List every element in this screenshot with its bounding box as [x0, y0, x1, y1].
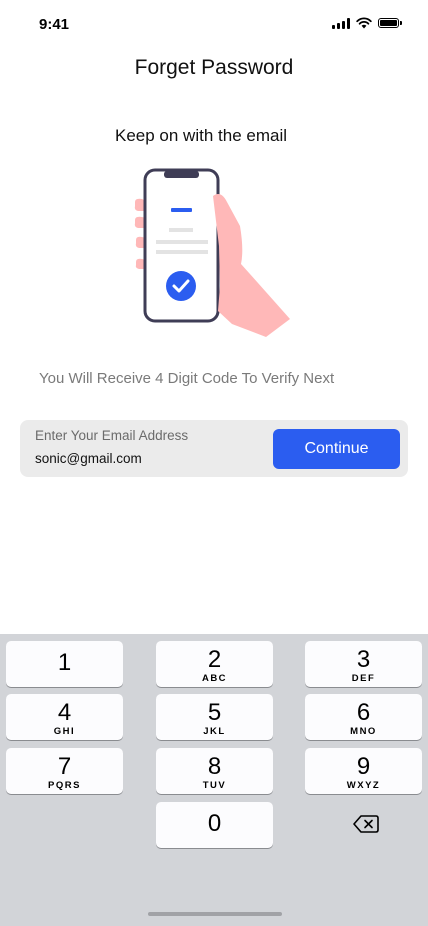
key-2[interactable]: 2 ABC [156, 641, 273, 687]
key-digit: 3 [356, 646, 371, 673]
key-digit: 9 [356, 753, 371, 780]
verification-hint: You Will Receive 4 Digit Code To Verify … [39, 370, 335, 387]
key-9[interactable]: 9 WXYZ [305, 748, 422, 794]
backspace-icon[interactable] [353, 814, 379, 834]
status-bar: 9:41 [0, 0, 428, 50]
key-digit: 0 [207, 810, 222, 837]
email-input[interactable] [35, 451, 265, 466]
key-6[interactable]: 6 MNO [305, 694, 422, 740]
cellular-signal-icon [332, 17, 350, 29]
key-digit: 8 [207, 753, 222, 780]
key-0[interactable]: 0 [156, 802, 273, 848]
key-letters: GHI [53, 726, 76, 737]
status-time: 9:41 [39, 16, 70, 33]
page-title: Forget Password [134, 56, 294, 79]
key-digit: 6 [356, 699, 371, 726]
key-letters: WXYZ [346, 780, 381, 791]
key-5[interactable]: 5 JKL [156, 694, 273, 740]
key-digit: 2 [207, 646, 222, 673]
key-7[interactable]: 7 PQRS [6, 748, 123, 794]
key-digit: 7 [57, 753, 72, 780]
key-digit: 4 [57, 699, 72, 726]
key-1[interactable]: 1 [6, 641, 123, 687]
home-indicator [148, 912, 282, 916]
key-4[interactable]: 4 GHI [6, 694, 123, 740]
key-digit: 1 [57, 649, 72, 676]
email-card: Enter Your Email Address Continue [20, 420, 408, 477]
wifi-icon [356, 17, 372, 29]
key-letters: JKL [203, 726, 226, 737]
key-letters: ABC [201, 673, 228, 684]
continue-button[interactable]: Continue [273, 429, 400, 469]
page-subtitle: Keep on with the email [115, 126, 287, 145]
email-field-label: Enter Your Email Address [35, 428, 189, 443]
key-8[interactable]: 8 TUV [156, 748, 273, 794]
key-letters: DEF [351, 673, 376, 684]
numeric-keypad: 1 2 ABC 3 DEF 4 GHI 5 JKL 6 MNO 7 PQRS 8… [0, 634, 428, 926]
key-digit: 5 [207, 699, 222, 726]
key-letters: TUV [202, 780, 227, 791]
battery-icon [378, 18, 402, 28]
key-letters: PQRS [48, 780, 81, 791]
key-letters: MNO [350, 726, 377, 737]
phone-verification-illustration [134, 168, 290, 337]
key-3[interactable]: 3 DEF [305, 641, 422, 687]
status-icons [332, 17, 402, 29]
